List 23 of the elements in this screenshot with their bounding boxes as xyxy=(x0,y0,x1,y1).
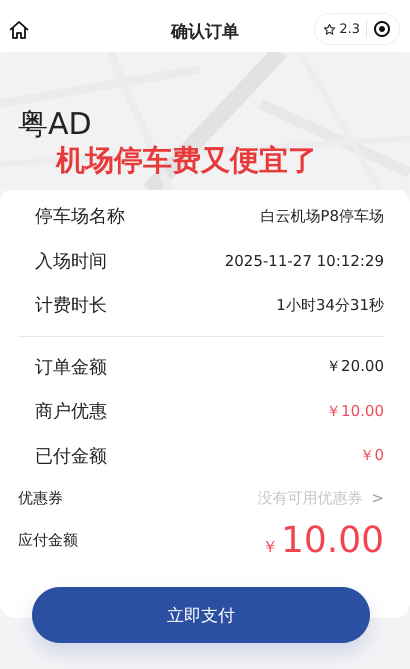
field-label: 计费时长 xyxy=(35,294,107,318)
amount-value: ￥10.00 xyxy=(326,402,384,421)
coupon-label: 优惠券 xyxy=(18,488,63,508)
amount-label: 商户优惠 xyxy=(35,400,107,424)
field-value: 白云机场P8停车场 xyxy=(260,206,384,226)
field-value: 1小时34分31秒 xyxy=(276,296,384,315)
star-icon xyxy=(323,22,336,36)
rating-button[interactable]: 2.3 xyxy=(323,22,360,36)
amount-value: ￥0 xyxy=(359,446,384,466)
pay-button[interactable]: 立即支付 xyxy=(32,587,370,643)
field-label: 停车场名称 xyxy=(35,205,125,228)
page-title: 确认订单 xyxy=(171,21,239,43)
home-icon[interactable] xyxy=(8,20,30,40)
amount-label: 已付金额 xyxy=(35,444,107,468)
field-label: 入场时间 xyxy=(35,250,107,273)
license-plate: 粤AD xyxy=(18,106,93,144)
caption-text: 机场停车费又便宜了 xyxy=(56,142,317,179)
field-value: 2025-11-27 10:12:29 xyxy=(224,252,384,270)
payable-amount: ￥10.00 xyxy=(262,520,384,560)
payable-label: 应付金额 xyxy=(18,530,78,550)
close-target-icon[interactable] xyxy=(373,20,391,38)
amount-label: 订单金额 xyxy=(35,356,107,379)
amount-value: ￥20.00 xyxy=(326,357,384,376)
